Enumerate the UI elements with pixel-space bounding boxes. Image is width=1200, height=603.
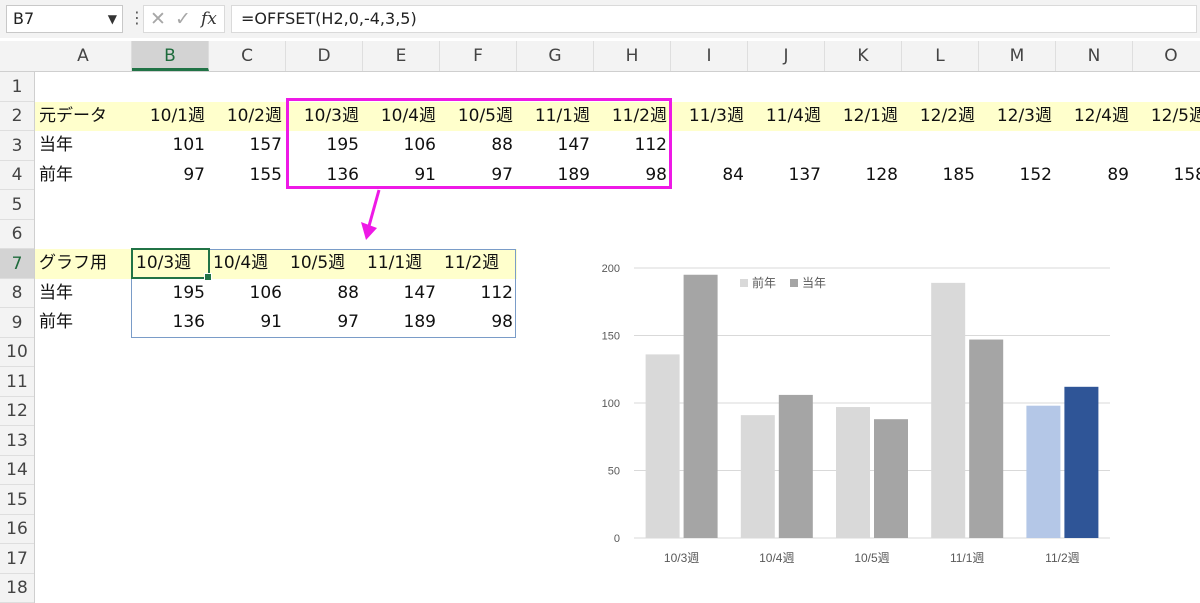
y-tick-label: 50 <box>608 466 620 478</box>
row-header-12[interactable]: 12 <box>0 397 34 426</box>
column-header-K[interactable]: K <box>825 41 902 71</box>
bar-prev <box>645 354 680 538</box>
source-current-cell[interactable]: 157 <box>209 131 286 160</box>
source-range-highlight <box>286 98 672 189</box>
y-tick-label: 150 <box>602 331 620 343</box>
row-header-10[interactable]: 10 <box>0 338 34 367</box>
enter-icon[interactable]: ✓ <box>175 8 191 30</box>
source-week-header[interactable]: 11/3週 <box>671 102 748 131</box>
bar-curr <box>683 274 718 538</box>
graph-prev-label[interactable]: 前年 <box>35 308 132 337</box>
source-week-header[interactable]: 12/5週 <box>1133 102 1200 131</box>
column-header-A[interactable]: A <box>35 41 132 71</box>
column-header-E[interactable]: E <box>363 41 440 71</box>
row-header-14[interactable]: 14 <box>0 456 34 485</box>
source-week-header[interactable]: 10/1週 <box>132 102 209 131</box>
x-tick-label: 11/1週 <box>950 551 984 565</box>
bar-curr <box>969 339 1004 538</box>
arrow-icon <box>361 189 381 240</box>
x-tick-label: 10/4週 <box>759 551 794 565</box>
source-prev-cell[interactable]: 128 <box>825 161 902 190</box>
row-header-1[interactable]: 1 <box>0 72 34 102</box>
bar-prev <box>1026 405 1061 538</box>
row-header-11[interactable]: 11 <box>0 367 34 397</box>
source-week-header[interactable]: 12/2週 <box>902 102 979 131</box>
clustered-bar-chart[interactable]: 0 50 100 150 200 10/3週 10/4週 10/5週 11/1週 11/2週 前年 当… <box>590 250 1130 580</box>
column-header-L[interactable]: L <box>902 41 979 71</box>
source-prev-cell[interactable]: 185 <box>902 161 979 190</box>
insert-function-icon[interactable]: fx <box>201 9 217 29</box>
source-prev-cell[interactable]: 89 <box>1056 161 1133 190</box>
name-box[interactable]: B7 ▼ <box>6 5 123 33</box>
row-header-7[interactable]: 7 <box>0 249 34 279</box>
source-week-header[interactable]: 12/3週 <box>979 102 1056 131</box>
column-header-I[interactable]: I <box>671 41 748 71</box>
column-header-G[interactable]: G <box>517 41 594 71</box>
row-header-13[interactable]: 13 <box>0 426 34 456</box>
column-header-F[interactable]: F <box>440 41 517 71</box>
row-header-3[interactable]: 3 <box>0 131 34 161</box>
legend-label: 前年 <box>752 275 776 290</box>
source-prev-cell[interactable]: 155 <box>209 161 286 190</box>
x-tick-label: 10/5週 <box>854 551 889 565</box>
formula-bar-area: B7 ▼ ⋮ ✕ ✓ fx =OFFSET(H2,0,-4,3,5) <box>0 0 1200 38</box>
formula-input[interactable]: =OFFSET(H2,0,-4,3,5) <box>231 5 1197 33</box>
column-header-B[interactable]: B <box>132 41 209 71</box>
graph-header-label[interactable]: グラフ用 <box>35 249 132 278</box>
source-week-header[interactable]: 11/4週 <box>748 102 825 131</box>
row-header-18[interactable]: 18 <box>0 574 34 603</box>
column-header-O[interactable]: O <box>1133 41 1200 71</box>
source-week-header[interactable]: 12/1週 <box>825 102 902 131</box>
row-header-8[interactable]: 8 <box>0 279 34 308</box>
bar-curr <box>874 419 908 538</box>
bar-prev <box>931 282 966 538</box>
bar-prev <box>740 415 775 538</box>
row-header-2[interactable]: 2 <box>0 102 34 131</box>
column-header-H[interactable]: H <box>594 41 671 71</box>
fill-handle[interactable] <box>204 273 212 281</box>
column-header-C[interactable]: C <box>209 41 286 71</box>
legend-label: 当年 <box>802 276 826 290</box>
source-prev-cell[interactable]: 158 <box>1133 161 1200 190</box>
source-prev-cell[interactable]: 152 <box>979 161 1056 190</box>
y-tick-label: 200 <box>602 263 620 275</box>
bar-prev <box>836 407 870 538</box>
source-header-label[interactable]: 元データ <box>35 102 132 131</box>
formula-buttons: ✕ ✓ fx <box>143 5 225 33</box>
graph-current-label[interactable]: 当年 <box>35 279 132 308</box>
chevron-down-icon[interactable]: ▼ <box>108 6 117 32</box>
source-current-cell[interactable]: 101 <box>132 131 209 160</box>
legend-swatch <box>790 279 798 287</box>
row-header-4[interactable]: 4 <box>0 161 34 190</box>
row-headers: 1 2 3 4 5 6 7 8 9 10 11 12 13 14 15 16 17 18 <box>0 72 35 603</box>
cancel-icon[interactable]: ✕ <box>150 8 166 30</box>
row-header-17[interactable]: 17 <box>0 544 34 574</box>
column-header-D[interactable]: D <box>286 41 363 71</box>
source-prev-cell[interactable]: 84 <box>671 161 748 190</box>
y-tick-label: 0 <box>614 533 620 545</box>
row-header-5[interactable]: 5 <box>0 190 34 220</box>
active-cell-cursor[interactable] <box>131 248 212 281</box>
column-header-M[interactable]: M <box>979 41 1056 71</box>
x-tick-label: 11/2週 <box>1045 551 1079 565</box>
source-prev-cell[interactable]: 137 <box>748 161 825 190</box>
bar-curr <box>778 394 813 538</box>
name-box-value: B7 <box>13 9 35 28</box>
source-current-label[interactable]: 当年 <box>35 131 132 160</box>
source-prev-label[interactable]: 前年 <box>35 161 132 190</box>
row-header-6[interactable]: 6 <box>0 220 34 249</box>
y-tick-label: 100 <box>602 398 620 410</box>
source-prev-cell[interactable]: 97 <box>132 161 209 190</box>
bar-curr <box>1064 386 1099 538</box>
column-header-N[interactable]: N <box>1056 41 1133 71</box>
legend-swatch <box>740 279 748 287</box>
column-header-J[interactable]: J <box>748 41 825 71</box>
source-week-header[interactable]: 10/2週 <box>209 102 286 131</box>
x-tick-label: 10/3週 <box>664 551 699 565</box>
source-week-header[interactable]: 12/4週 <box>1056 102 1133 131</box>
column-headers: ABCDEFGHIJKLMNO <box>0 41 1200 72</box>
row-header-16[interactable]: 16 <box>0 515 34 544</box>
row-header-15[interactable]: 15 <box>0 485 34 515</box>
row-header-9[interactable]: 9 <box>0 308 34 338</box>
